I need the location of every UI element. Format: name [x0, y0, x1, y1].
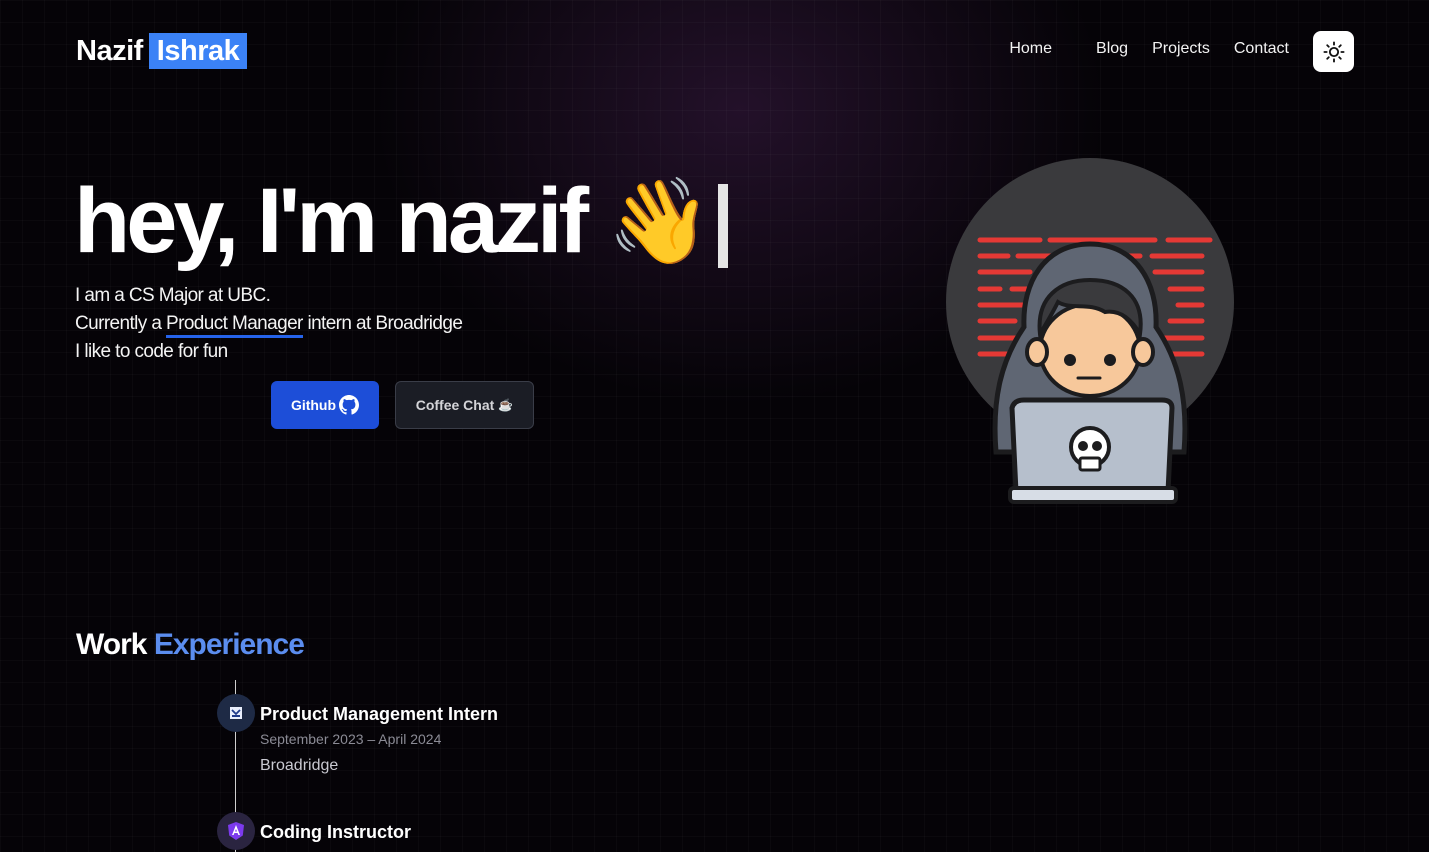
- intro-line-3: I like to code for fun: [75, 341, 228, 362]
- logo-last-name: Ishrak: [148, 33, 248, 69]
- hero-title-text: hey, I'm nazif: [74, 170, 589, 272]
- job-dates: September 2023 – April 2024: [260, 731, 442, 747]
- hero-intro: I am a CS Major at UBC. Currently a Prod…: [75, 282, 463, 366]
- typing-cursor: [717, 184, 728, 268]
- job-title: Product Management Intern: [260, 704, 499, 724]
- hero-heading: hey, I'm nazif 👋: [74, 166, 728, 276]
- logo-first-name: Nazif: [76, 34, 143, 67]
- intro-line-1: I am a CS Major at UBC.: [75, 285, 271, 306]
- sun-icon: [1322, 40, 1345, 63]
- work-heading-accent: Experience: [153, 628, 305, 661]
- github-button-label: Github: [290, 397, 337, 413]
- job-title: Coding Instructor: [260, 822, 411, 842]
- waving-hand-emoji: 👋: [607, 174, 712, 268]
- main-nav: Home Blog Projects Contact: [1009, 40, 1289, 58]
- work-experience-heading: Work Experience: [76, 628, 305, 662]
- site-logo[interactable]: Nazif Ishrak: [76, 33, 248, 69]
- page: Nazif Ishrak Home Blog Projects Contact …: [0, 0, 1429, 852]
- intro-line-2: Currently a Product Manager intern at Br…: [75, 310, 463, 338]
- coffee-chat-label: Coffee Chat: [415, 397, 495, 413]
- nav-blog[interactable]: Blog: [1096, 40, 1128, 58]
- intro-line-2-suffix: intern at Broadridge: [302, 313, 463, 334]
- github-button[interactable]: Github: [271, 381, 379, 429]
- job-company: Broadridge: [260, 757, 339, 774]
- theme-toggle-button[interactable]: [1313, 31, 1354, 72]
- hacker-avatar-illustration: [946, 158, 1234, 504]
- work-heading-plain: Work: [76, 628, 147, 661]
- github-icon: [339, 395, 360, 415]
- broadridge-logo-icon: [217, 694, 255, 732]
- angular-logo-icon: [217, 812, 255, 850]
- coffee-chat-button[interactable]: Coffee Chat ☕: [395, 381, 534, 429]
- coffee-icon: ☕: [498, 398, 514, 412]
- intro-line-2-prefix: Currently a: [75, 313, 167, 334]
- role-highlight: Product Manager: [166, 313, 303, 338]
- nav-projects[interactable]: Projects: [1152, 40, 1210, 58]
- nav-contact[interactable]: Contact: [1234, 40, 1289, 58]
- nav-home[interactable]: Home: [1009, 40, 1052, 58]
